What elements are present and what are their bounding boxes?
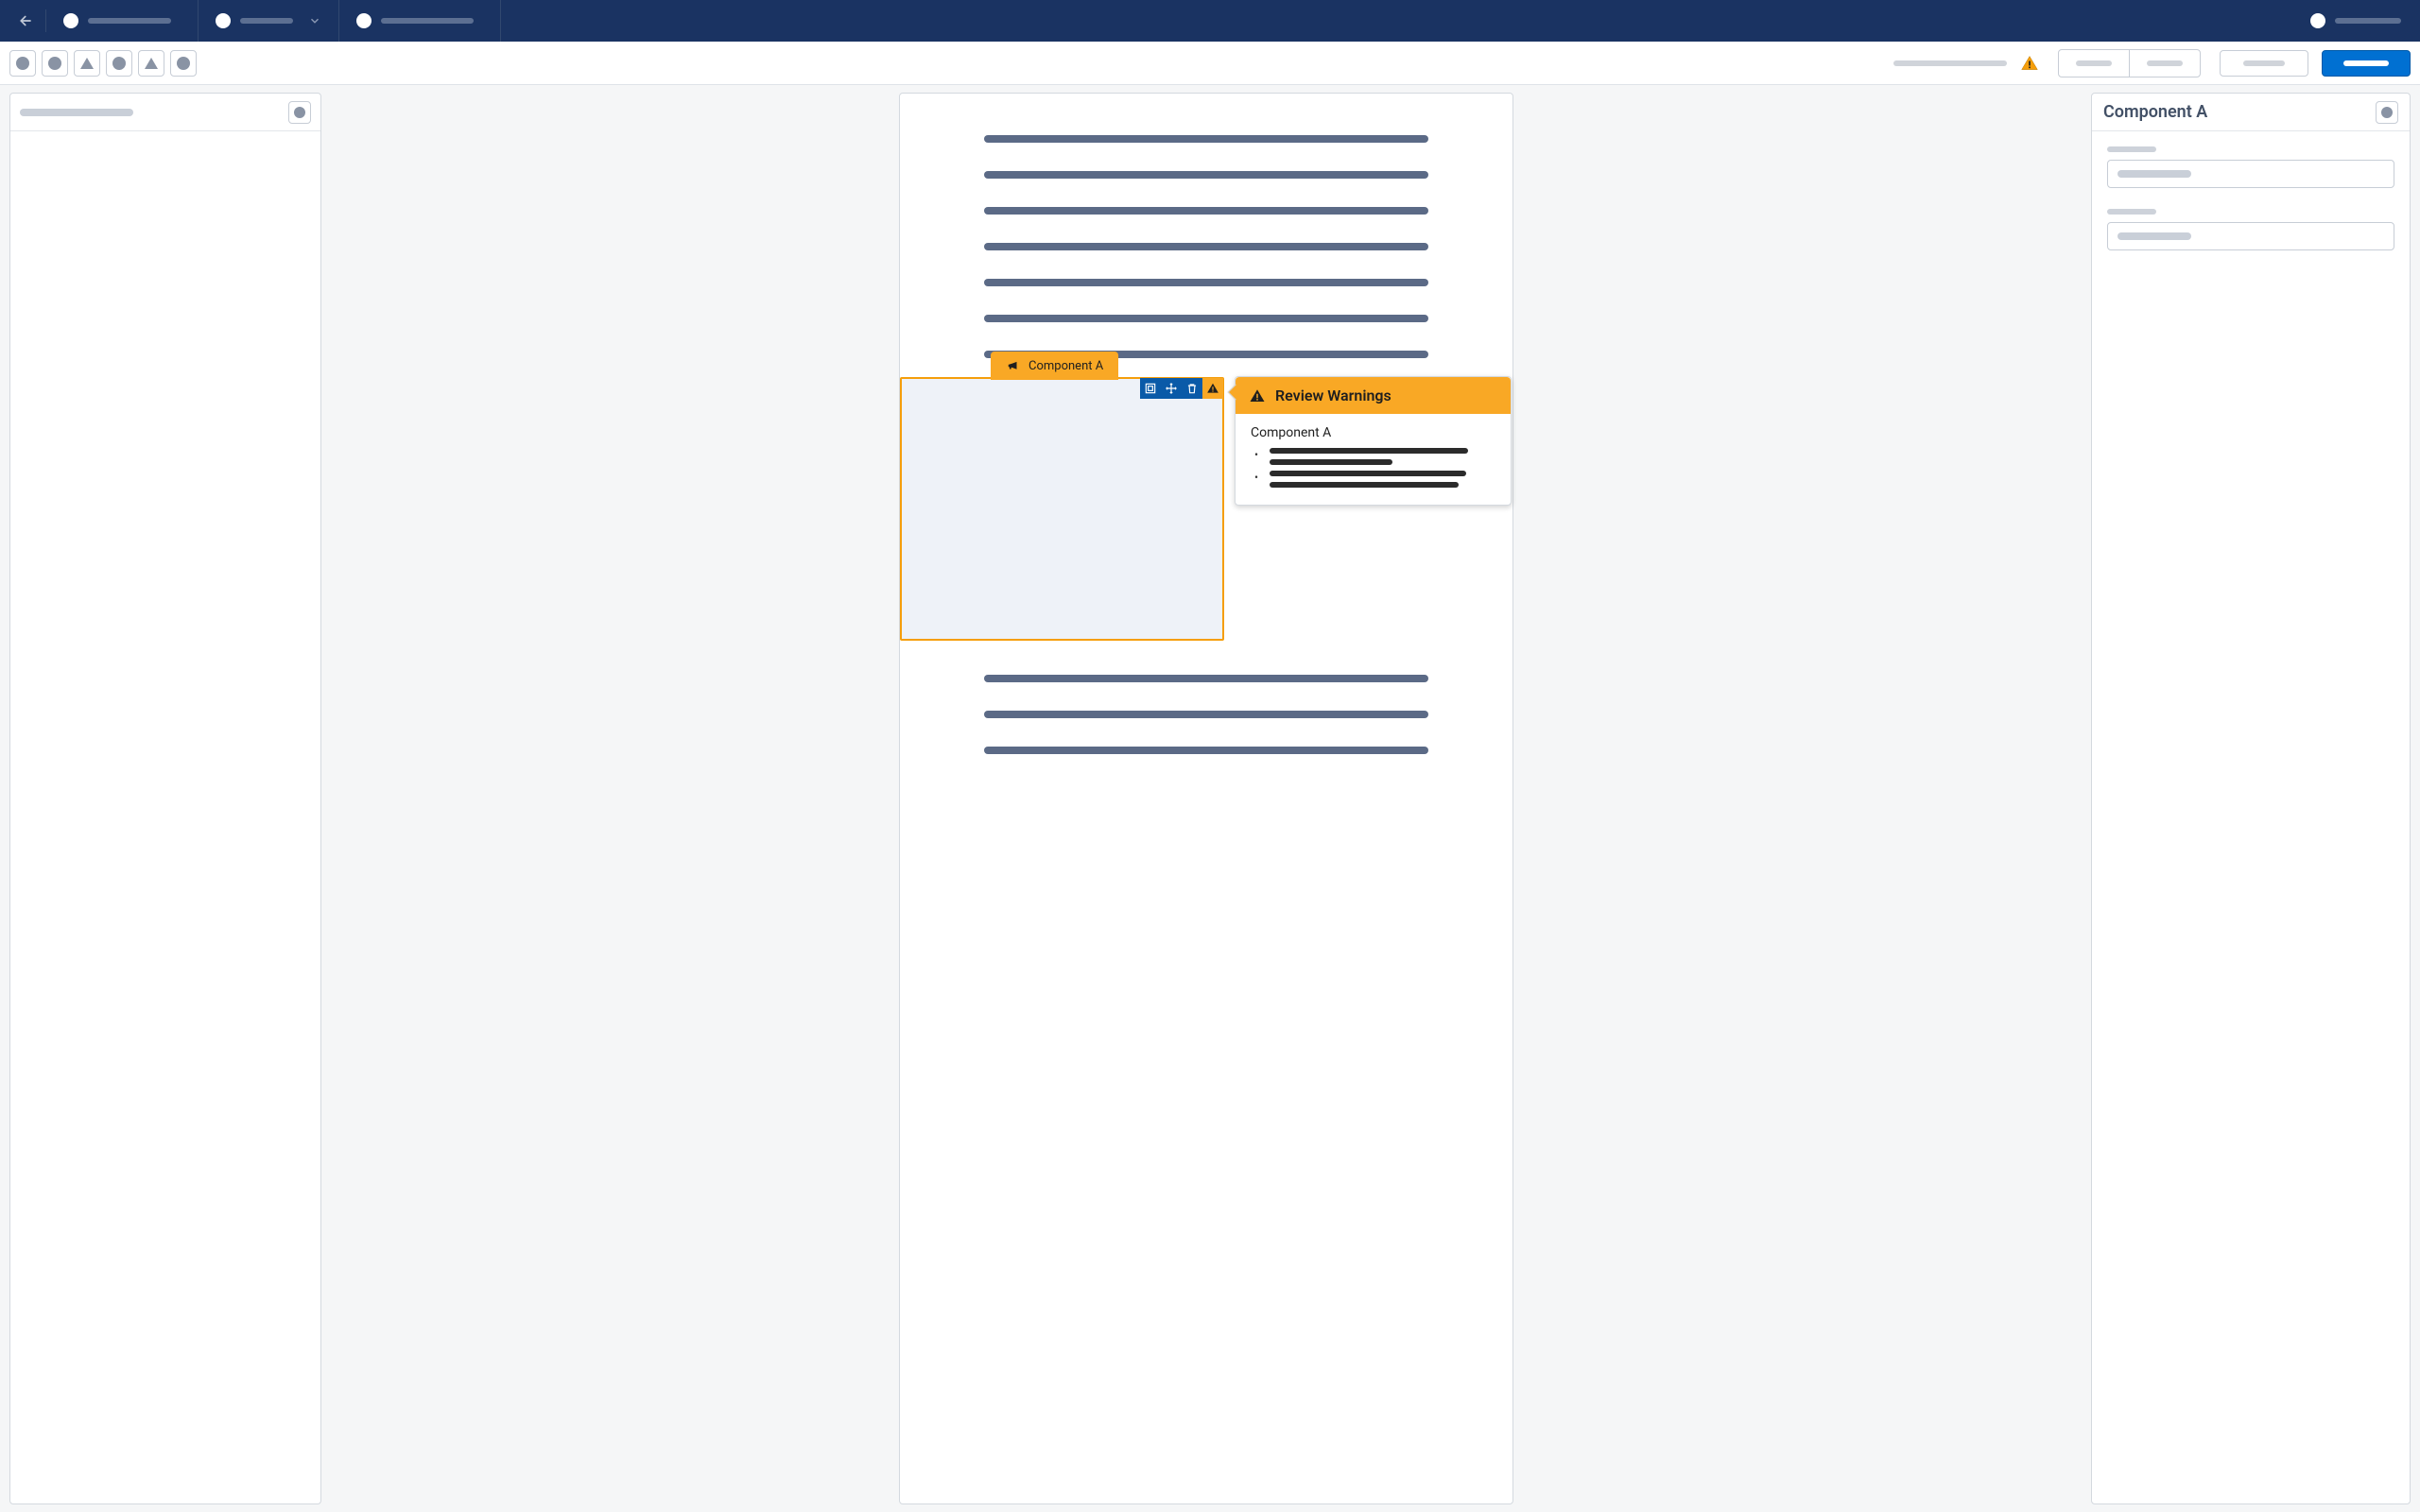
placeholder-text bbox=[381, 18, 474, 24]
text-line bbox=[984, 315, 1428, 322]
segment-1[interactable] bbox=[2059, 50, 2129, 77]
component-delete-button[interactable] bbox=[1182, 378, 1202, 399]
warnings-popover: Review Warnings Component A bbox=[1235, 376, 1512, 506]
component-label-text: Component A bbox=[1028, 359, 1103, 373]
toolbar-button-6[interactable] bbox=[170, 50, 197, 77]
placeholder-text bbox=[88, 18, 171, 24]
left-panel-header bbox=[10, 94, 320, 131]
circle-icon bbox=[48, 57, 61, 70]
component-label-tab[interactable]: Component A bbox=[991, 352, 1118, 380]
placeholder-text bbox=[1270, 471, 1466, 476]
primary-action-button[interactable] bbox=[2322, 50, 2411, 77]
chevron-down-icon bbox=[308, 14, 321, 27]
text-line bbox=[984, 279, 1428, 286]
placeholder-text bbox=[2335, 18, 2401, 24]
field-label-placeholder bbox=[2107, 209, 2156, 215]
placeholder-text bbox=[1270, 482, 1459, 488]
text-line bbox=[984, 243, 1428, 250]
popover-body: Component A bbox=[1236, 414, 1511, 505]
warning-item bbox=[1253, 471, 1495, 488]
circle-icon bbox=[2381, 107, 2393, 118]
nav-item-context[interactable] bbox=[200, 0, 339, 42]
property-input-1[interactable] bbox=[2107, 160, 2394, 188]
canvas-wrap: Component A bbox=[331, 93, 2082, 1504]
placeholder-text bbox=[240, 18, 293, 24]
circle-icon bbox=[177, 57, 190, 70]
toolbar-button-4[interactable] bbox=[106, 50, 132, 77]
design-canvas[interactable]: Component A bbox=[899, 93, 1513, 1504]
circle-icon bbox=[16, 57, 29, 70]
warning-triangle-icon bbox=[1249, 387, 1266, 404]
selected-component[interactable]: Component A bbox=[900, 377, 1224, 641]
text-line bbox=[984, 747, 1428, 754]
text-line bbox=[984, 207, 1428, 215]
user-avatar-icon bbox=[2310, 13, 2325, 28]
megaphone-icon bbox=[1006, 359, 1021, 372]
component-action-bar bbox=[1140, 378, 1223, 399]
toolbar-button-3[interactable] bbox=[74, 50, 100, 77]
selected-component-wrapper: Component A bbox=[900, 377, 1512, 641]
secondary-action-button[interactable] bbox=[2220, 50, 2308, 77]
left-panel-header-button[interactable] bbox=[288, 101, 311, 124]
context-icon bbox=[216, 13, 231, 28]
right-panel-header: Component A bbox=[2092, 94, 2410, 131]
placeholder-text bbox=[2147, 60, 2183, 66]
property-input-2[interactable] bbox=[2107, 222, 2394, 250]
popover-subject: Component A bbox=[1251, 425, 1495, 440]
toolbar-button-2[interactable] bbox=[42, 50, 68, 77]
text-line bbox=[984, 711, 1428, 718]
nav-item-page[interactable] bbox=[341, 0, 501, 42]
toolbar-button-1[interactable] bbox=[9, 50, 36, 77]
app-icon bbox=[63, 13, 78, 28]
warning-item bbox=[1253, 448, 1495, 465]
warnings-list bbox=[1251, 448, 1495, 488]
page-icon bbox=[356, 13, 372, 28]
nav-separator bbox=[45, 9, 46, 32]
segment-2[interactable] bbox=[2129, 50, 2200, 77]
triangle-icon bbox=[145, 58, 158, 69]
left-panel bbox=[9, 93, 321, 1504]
component-settings-button[interactable] bbox=[1140, 378, 1161, 399]
popover-header-text: Review Warnings bbox=[1275, 387, 1392, 404]
right-panel-body bbox=[2092, 131, 2410, 286]
placeholder-text bbox=[2243, 60, 2285, 66]
toolbar-segmented-control bbox=[2058, 49, 2201, 77]
workspace: Component A bbox=[0, 85, 2420, 1512]
placeholder-text bbox=[2343, 60, 2389, 66]
text-line bbox=[984, 135, 1428, 143]
component-move-button[interactable] bbox=[1161, 378, 1182, 399]
triangle-icon bbox=[80, 58, 94, 69]
placeholder-text bbox=[2118, 170, 2191, 178]
back-button[interactable] bbox=[6, 0, 43, 42]
content-block-bottom bbox=[900, 641, 1512, 754]
placeholder-text bbox=[2118, 232, 2191, 240]
placeholder-text bbox=[1270, 448, 1468, 454]
right-panel: Component A bbox=[2091, 93, 2411, 1504]
toolbar-button-5[interactable] bbox=[138, 50, 164, 77]
text-line bbox=[984, 675, 1428, 682]
global-navbar bbox=[0, 0, 2420, 42]
nav-item-user[interactable] bbox=[2295, 0, 2414, 42]
popover-header: Review Warnings bbox=[1236, 377, 1511, 414]
right-panel-header-button[interactable] bbox=[2376, 101, 2398, 124]
circle-icon bbox=[294, 107, 305, 118]
field-label-placeholder bbox=[2107, 146, 2156, 152]
circle-icon bbox=[112, 57, 126, 70]
builder-toolbar bbox=[0, 42, 2420, 85]
warning-icon[interactable] bbox=[2020, 54, 2039, 73]
component-warning-button[interactable] bbox=[1202, 378, 1223, 399]
panel-title-placeholder bbox=[20, 109, 133, 116]
placeholder-text bbox=[1270, 459, 1392, 465]
status-message bbox=[1893, 60, 2007, 66]
nav-item-app[interactable] bbox=[48, 0, 199, 42]
right-panel-title: Component A bbox=[2103, 102, 2207, 122]
placeholder-text bbox=[2076, 60, 2112, 66]
content-block-top bbox=[900, 94, 1512, 358]
text-line bbox=[984, 171, 1428, 179]
